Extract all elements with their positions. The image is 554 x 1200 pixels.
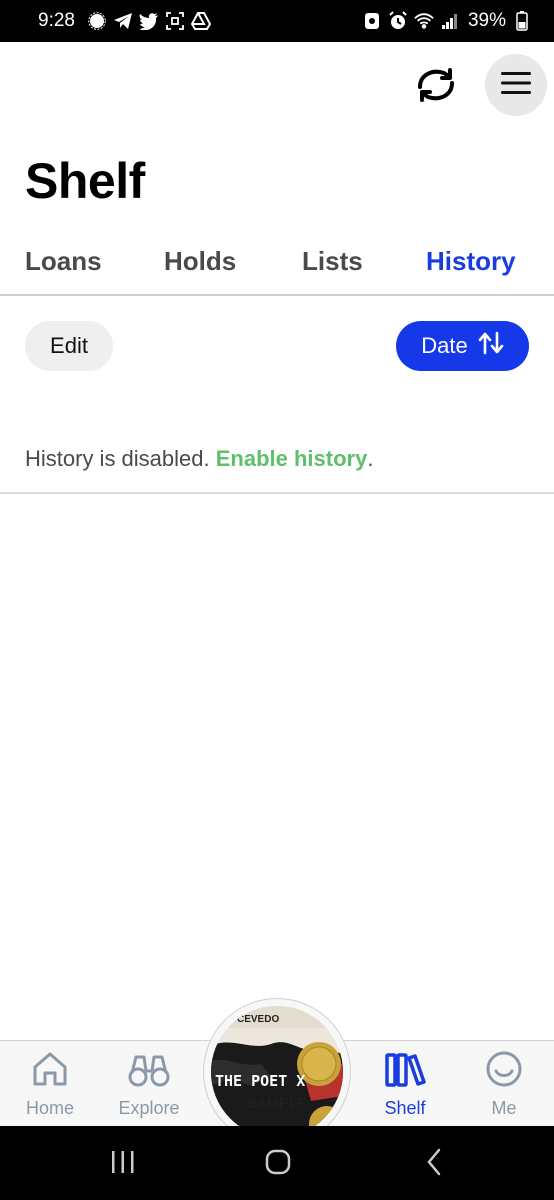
smiley-icon: [484, 1049, 524, 1094]
sync-icon: [412, 65, 460, 110]
history-disabled-message: History is disabled. Enable history.: [25, 446, 373, 472]
drive-icon: [190, 11, 211, 31]
sample-label: SAMPLE: [247, 1095, 307, 1111]
status-bar-right: 39%: [362, 10, 532, 32]
home-system-button[interactable]: [258, 1148, 298, 1180]
tab-history[interactable]: History: [426, 246, 516, 277]
alarm-icon: [388, 11, 408, 31]
edit-button[interactable]: Edit: [25, 321, 113, 371]
recent-apps-icon: [110, 1150, 136, 1179]
sort-arrows-icon: [478, 331, 504, 361]
sort-date-button[interactable]: Date: [396, 321, 529, 371]
nav-home-label: Home: [25, 1098, 74, 1118]
nav-me[interactable]: Me: [459, 1049, 549, 1119]
home-circle-icon: [264, 1148, 292, 1181]
nav-explore-label: Explore: [118, 1098, 180, 1118]
binoculars-icon: [127, 1049, 171, 1094]
page-title: Shelf: [25, 153, 145, 209]
book-author-fragment: CEVEDO: [237, 1014, 280, 1025]
twitter-icon: [138, 11, 159, 31]
nav-me-label: Me: [491, 1098, 517, 1118]
battery-percent: 39%: [467, 10, 506, 31]
menu-button[interactable]: [485, 54, 547, 116]
shelf-tabs: Loans Holds Lists History: [0, 236, 554, 296]
book-title-text: THE POET X: [215, 1072, 306, 1090]
status-bar-left: 9:28: [38, 10, 211, 32]
back-button[interactable]: [414, 1148, 454, 1180]
divider: [0, 492, 554, 494]
status-bar: 9:28 39%: [0, 0, 554, 42]
system-nav-bar: [0, 1126, 554, 1200]
sample-book-button[interactable]: CEVEDO THE POET X SAMPLE: [203, 998, 351, 1126]
tab-holds[interactable]: Holds: [164, 246, 236, 277]
nav-shelf-label: Shelf: [384, 1098, 426, 1118]
screen: 9:28 39% Shelf Loans Holds Lists History…: [0, 0, 554, 1200]
books-icon: [383, 1049, 427, 1094]
app-header: [0, 42, 554, 132]
sync-button[interactable]: [408, 62, 464, 112]
cell-signal-icon: [440, 11, 460, 31]
history-message-suffix: .: [367, 446, 374, 471]
wifi-icon: [414, 11, 434, 31]
nav-home[interactable]: Home: [5, 1049, 95, 1119]
status-time: 9:28: [38, 10, 75, 31]
enable-history-link[interactable]: Enable history: [216, 446, 368, 471]
signal-messenger-icon: [87, 11, 107, 31]
sort-date-label: Date: [421, 333, 468, 358]
nav-explore[interactable]: Explore: [104, 1049, 194, 1119]
hamburger-menu-icon: [501, 71, 531, 100]
back-chevron-icon: [425, 1148, 443, 1181]
tab-lists[interactable]: Lists: [302, 246, 363, 277]
telegram-icon: [113, 11, 133, 31]
assistant-icon: [362, 11, 382, 31]
tab-loans[interactable]: Loans: [25, 246, 102, 277]
screenshot-icon: [165, 11, 185, 31]
history-message-text: History is disabled.: [25, 446, 216, 471]
home-icon: [30, 1049, 70, 1094]
nav-shelf[interactable]: Shelf: [360, 1049, 450, 1119]
battery-icon: [512, 11, 532, 31]
recent-apps-button[interactable]: [103, 1148, 143, 1180]
